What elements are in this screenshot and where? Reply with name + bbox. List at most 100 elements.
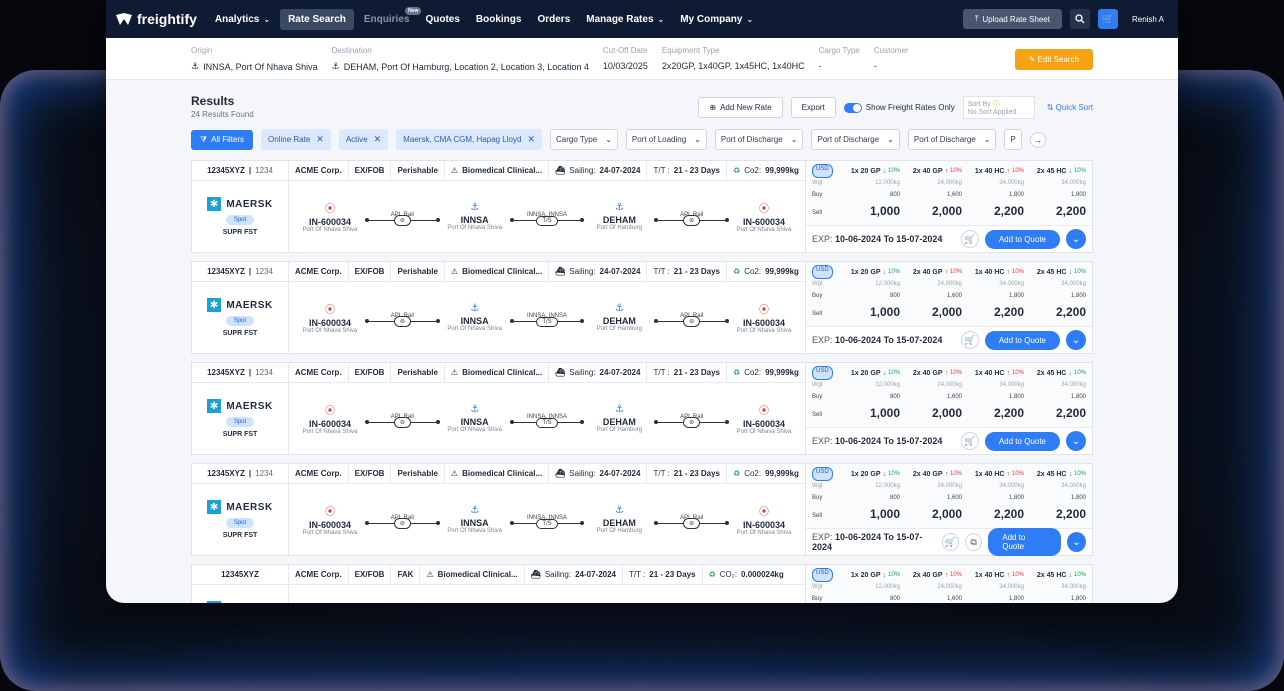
quick-sort-button[interactable]: ⇅ Quick Sort	[1047, 103, 1093, 112]
sort-select[interactable]: Sort By ⓘ No Sort Applied	[962, 96, 1035, 119]
cart-icon[interactable]: 🛒	[941, 533, 960, 551]
filter-select[interactable]: Port of Discharge ⌄	[811, 129, 900, 150]
route-node-code: IN-600034	[308, 217, 352, 227]
chevron-down-icon[interactable]: ⌄	[1066, 330, 1086, 350]
trend-percent: 10%	[1011, 269, 1024, 275]
route-segment: APL Rail⊜	[654, 414, 730, 428]
filter-select[interactable]: Cargo Type ⌄	[549, 129, 618, 150]
add-to-quote-button[interactable]: Add to Quote	[988, 528, 1062, 556]
nav-item-orders[interactable]: Orders	[537, 14, 570, 25]
search-field-label: Equipment Type	[661, 46, 720, 55]
rate-id-text: 12345XYZ	[207, 267, 245, 276]
co2-label: Co2:	[744, 368, 762, 377]
nav-item-my-company[interactable]: My Company ⌄	[680, 14, 753, 25]
search-button[interactable]	[1069, 9, 1090, 29]
container-rate-header: 1x 20 GP ↓ 10%	[838, 366, 900, 380]
rate-card[interactable]: 12345XYZ | 1234 ACME Corp. EX/FOB Perishable ⚠…	[191, 160, 1093, 253]
rate-card[interactable]: 12345XYZ | 1234 ACME Corp. EX/FOB Perishable ⚠…	[191, 362, 1093, 455]
rate-grid: USD 1x 20 GP ↓ 10% 2x 40 GP ↑ 10% 1x 40 HC ↑ 10% 2…	[806, 161, 1092, 225]
rate-card[interactable]: 12345XYZ | 1234 ACME Corp. EX/FOB Perishable ⚠…	[191, 261, 1093, 354]
currency-badge[interactable]: USD	[812, 467, 833, 481]
chevron-down-icon[interactable]: ⌄	[1066, 229, 1086, 249]
route-line: ⊜	[365, 417, 440, 428]
all-filters-button[interactable]: ⧩ All Filters	[191, 129, 254, 150]
company-name-text: ACME Corp.	[295, 570, 342, 579]
expiry: EXP: 10-06-2024 To 15-07-2024	[812, 532, 936, 552]
add-to-quote-button[interactable]: Add to Quote	[984, 229, 1060, 249]
cart-icon[interactable]: 🛒	[960, 331, 979, 349]
route-node-name: Port Of Nhava Shiva	[302, 429, 358, 435]
chevron-down-icon[interactable]: ⌄	[1067, 532, 1086, 552]
add-to-quote-button[interactable]: Add to Quote	[984, 330, 1060, 350]
filter-chip[interactable]: Maersk, CMA CGM, Hapag Lloyd ✕	[396, 129, 542, 150]
user-name[interactable]: Renish A	[1132, 15, 1164, 24]
arrow-up-icon: ↑	[944, 571, 948, 579]
cart-button[interactable]: 🛒	[1097, 9, 1118, 29]
search-field-value: -	[873, 61, 877, 71]
scroll-right-arrow-icon[interactable]: →	[1029, 131, 1046, 148]
upload-rate-sheet-button[interactable]: ⤒ Upload Rate Sheet	[962, 9, 1062, 29]
buy-label: Buy	[812, 596, 823, 602]
container-rate-header: 1x 40 HC ↑ 10%	[962, 164, 1024, 178]
nav-item-analytics[interactable]: Analytics ⌄	[215, 14, 270, 25]
route-line: T/S	[509, 417, 585, 428]
add-new-rate-button[interactable]: ⊕ Add New Rate	[698, 97, 783, 118]
add-to-quote-button[interactable]: Add to Quote	[984, 431, 1060, 451]
filter-chip[interactable]: Active ✕	[338, 129, 389, 150]
edit-search-button[interactable]: ✎ Edit Search	[1014, 49, 1093, 70]
currency-badge[interactable]: USD	[812, 568, 833, 582]
nav-item-quotes[interactable]: Quotes	[425, 14, 459, 25]
nav-item-manage-rates[interactable]: Manage Rates ⌄	[586, 14, 664, 25]
export-button[interactable]: Export	[790, 97, 836, 118]
weight-label: Wgt	[812, 483, 823, 489]
anchor-icon: ⚓	[614, 505, 624, 516]
buy-value: 1,600	[946, 192, 962, 198]
cart-icon[interactable]: 🛒	[960, 432, 979, 450]
route-line: ⊜	[654, 417, 730, 428]
sell-value: 2,000	[931, 507, 962, 521]
filter-select[interactable]: Port of Discharge ⌄	[907, 129, 997, 150]
warning-icon: ⚠	[426, 570, 434, 579]
filter-select[interactable]: Port of Discharge ⌄	[714, 129, 804, 150]
freight-rates-toggle[interactable]: Show Freight Rates Only	[843, 102, 955, 113]
nav-item-label: Bookings	[475, 13, 522, 25]
close-icon[interactable]: ✕	[527, 134, 535, 145]
rate-card[interactable]: 12345XYZ | 1234 ACME Corp. EX/FOB Perishable ⚠…	[191, 463, 1093, 556]
close-icon[interactable]: ✕	[374, 134, 382, 145]
commodity-text: Biomedical Clinical...	[462, 368, 543, 377]
rate-tag: Spot	[225, 215, 255, 225]
currency-badge[interactable]: USD	[812, 265, 833, 279]
warning-icon: ⚠	[450, 469, 459, 478]
transit-label: T/T :	[653, 469, 670, 478]
rate-card[interactable]: 12345XYZ ACME Corp. EX/FOB FAK ⚠ Biomedical C…	[191, 564, 1093, 603]
buy-value: 1,600	[946, 596, 962, 602]
copy-icon[interactable]: ⧉	[965, 533, 983, 551]
route-node: ⦿ IN-600034 Port Of Nhava Shiva	[295, 200, 365, 233]
weight-value: 24,000kg	[937, 281, 962, 287]
filter-select[interactable]: Port of Loading ⌄	[625, 129, 707, 150]
close-icon[interactable]: ✕	[316, 134, 324, 145]
currency-badge[interactable]: USD	[812, 366, 833, 380]
nav-item-enquiries[interactable]: Enquiries New	[364, 6, 422, 25]
logo[interactable]: freightify	[116, 11, 197, 27]
filter-chip[interactable]: Online Rate ✕	[261, 129, 331, 150]
cart-icon[interactable]: 🛒	[960, 230, 979, 248]
arrow-up-icon: ↑	[944, 470, 948, 478]
nav-item-rate-search[interactable]: Rate Search	[280, 8, 354, 30]
filter-select[interactable]: P	[1004, 129, 1022, 150]
toggle-switch[interactable]	[843, 102, 862, 113]
route-node-code: IN-600034	[743, 318, 786, 328]
route-timeline: ⦿IN-600034Port Of Nhava ShivaAPL Rail⊜⚓I…	[289, 484, 805, 555]
incoterm-text: EX/FOB	[354, 469, 385, 478]
route-timeline: ⦿IN-600034Port Of Nhava ShivaAPL Rail⊜⚓I…	[289, 585, 805, 603]
expiry-label: EXP:	[812, 532, 833, 542]
sailing-label: Sailing:	[569, 267, 596, 276]
sell-value: 1,000	[869, 305, 900, 319]
logo-icon	[116, 13, 132, 25]
cargo-type-text: Perishable	[397, 267, 438, 276]
arrow-up-icon: ↑	[1006, 571, 1010, 579]
route-segment: INNSA, INNSA T/S	[509, 414, 585, 428]
currency-badge[interactable]: USD	[812, 164, 833, 178]
nav-item-bookings[interactable]: Bookings	[476, 14, 522, 25]
chevron-down-icon[interactable]: ⌄	[1066, 431, 1086, 451]
